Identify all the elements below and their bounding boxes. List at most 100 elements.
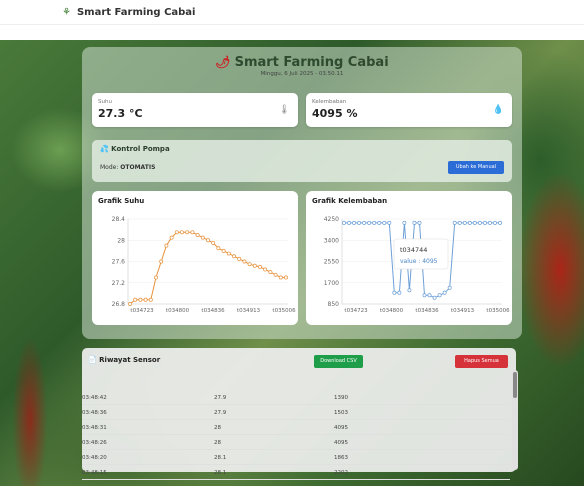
data-point xyxy=(387,220,392,225)
data-point xyxy=(347,220,351,225)
table-cell: 03:48:42 xyxy=(82,395,107,401)
data-point xyxy=(268,270,273,275)
data-point xyxy=(185,230,190,235)
thermometer-icon: 🌡 xyxy=(278,105,290,115)
navbar-brand[interactable]: Smart Farming Cabai xyxy=(77,7,196,18)
pump-mode: Mode: OTOMATIS xyxy=(100,164,155,171)
y-tick-label: 26.8 xyxy=(112,301,126,308)
data-point xyxy=(472,220,477,225)
temperature-card: Suhu 27.3 °C 🌡 xyxy=(92,93,298,127)
temperature-chart: 28.4 28 27.6 27.2 26.8 t034723 t034800 t034836 t… xyxy=(112,216,296,314)
pump-mode-label: Mode: xyxy=(100,164,119,171)
table-cell: 28 xyxy=(214,425,221,431)
data-point xyxy=(447,285,452,290)
data-point xyxy=(154,275,158,280)
y-tick-label: 3400 xyxy=(324,237,339,244)
chili-icon: 🌶 xyxy=(215,55,231,69)
page-date: Minggu, 6 Juli 2025 - 03.50.11 xyxy=(260,71,344,77)
data-point xyxy=(273,272,278,277)
table-row: 03:48:26 28 4095 xyxy=(82,436,510,450)
data-point xyxy=(482,220,487,225)
data-point xyxy=(195,232,200,237)
data-point xyxy=(462,220,467,225)
data-point xyxy=(247,262,252,267)
data-point xyxy=(357,220,362,225)
sensor-history-title: Riwayat Sensor xyxy=(99,356,161,364)
data-point xyxy=(221,248,226,253)
data-point xyxy=(437,293,442,298)
x-tick-label: t034723 xyxy=(130,308,154,314)
humidity-card: Kelembaban 4095 % 💧 xyxy=(306,93,512,127)
data-point xyxy=(258,264,262,269)
chart-tooltip: t034744 value : 4095 xyxy=(393,238,449,270)
y-tick-label: 27.6 xyxy=(112,259,126,266)
x-tick-label: t035006 xyxy=(272,308,296,314)
data-point xyxy=(237,256,242,261)
data-point xyxy=(397,290,402,295)
table-cell: 28.1 xyxy=(214,470,227,476)
temperature-chart-card: Grafik Suhu 28.4 28 27.6 27.2 26.8 t034723 t03… xyxy=(92,191,298,325)
table-row: 03:48:31 28 4095 xyxy=(82,421,510,435)
data-point xyxy=(278,275,283,280)
table-cell: 03:48:20 xyxy=(82,455,107,461)
data-point xyxy=(216,246,221,251)
humidity-value: 4095 % xyxy=(312,107,358,120)
pump-mode-value: OTOMATIS xyxy=(120,164,156,171)
data-point xyxy=(128,302,132,306)
plant-icon: ⚘ xyxy=(62,6,71,18)
droplet-icon: 💧 xyxy=(492,105,504,115)
data-point xyxy=(422,293,427,298)
page-header: 🌶 Smart Farming Cabai Minggu, 6 Juli 2025… xyxy=(82,55,522,77)
data-point xyxy=(477,220,482,225)
download-csv-button[interactable]: Download CSV xyxy=(314,355,363,368)
scrollbar-thumb[interactable] xyxy=(513,372,517,398)
table-cell: 03:48:15 xyxy=(82,470,107,476)
data-point xyxy=(493,220,497,225)
table-scrollbar[interactable] xyxy=(512,370,518,470)
humidity-chart: 4250 3400 2550 1700 850 t034723 t034800 t034836… xyxy=(324,216,510,314)
data-point xyxy=(377,220,382,225)
series-line xyxy=(129,231,286,305)
y-tick-label: 27.2 xyxy=(112,280,126,287)
data-point xyxy=(284,275,288,280)
table-cell: 1390 xyxy=(334,395,348,401)
table-cell: 28 xyxy=(214,440,221,446)
data-point xyxy=(190,230,195,235)
data-point xyxy=(432,295,437,300)
data-point xyxy=(362,220,367,225)
data-point xyxy=(252,263,257,268)
y-tick-label: 1700 xyxy=(324,280,339,287)
delete-all-button[interactable]: Hapus Semua xyxy=(455,355,508,368)
table-cell: 27.9 xyxy=(214,410,227,416)
table-cell: 03:48:36 xyxy=(82,410,107,416)
data-point xyxy=(232,254,236,259)
data-point xyxy=(367,220,372,225)
tooltip-value: value : 4095 xyxy=(400,258,438,265)
file-icon: 📄 xyxy=(88,356,97,364)
table-cell: 28.1 xyxy=(214,455,227,461)
page-title: Smart Farming Cabai xyxy=(234,55,389,70)
data-point xyxy=(452,220,457,225)
data-point xyxy=(352,220,357,225)
data-point xyxy=(174,230,179,235)
x-tick-label: t034723 xyxy=(344,308,368,314)
switch-to-manual-button[interactable]: Ubah ke Manual xyxy=(448,161,504,174)
pump-title: Kontrol Pompa xyxy=(111,145,170,153)
x-tick-label: t034913 xyxy=(237,308,261,314)
data-point xyxy=(133,297,138,302)
temperature-value: 27.3 °C xyxy=(98,107,143,120)
table-cell: 4095 xyxy=(334,425,348,431)
y-tick-label: 850 xyxy=(328,301,340,308)
data-point xyxy=(211,240,216,245)
data-point xyxy=(498,220,502,225)
data-point xyxy=(263,267,268,272)
table-row: 03:48:42 27.9 1390 xyxy=(82,391,510,405)
data-point xyxy=(180,230,184,235)
humidity-label: Kelembaban xyxy=(312,99,347,105)
data-point xyxy=(138,297,143,302)
data-point xyxy=(148,297,153,302)
table-cell: 1863 xyxy=(334,455,348,461)
data-point xyxy=(382,220,387,225)
table-row: 03:48:36 27.9 1503 xyxy=(82,406,510,420)
x-tick-label: t034836 xyxy=(201,308,225,314)
